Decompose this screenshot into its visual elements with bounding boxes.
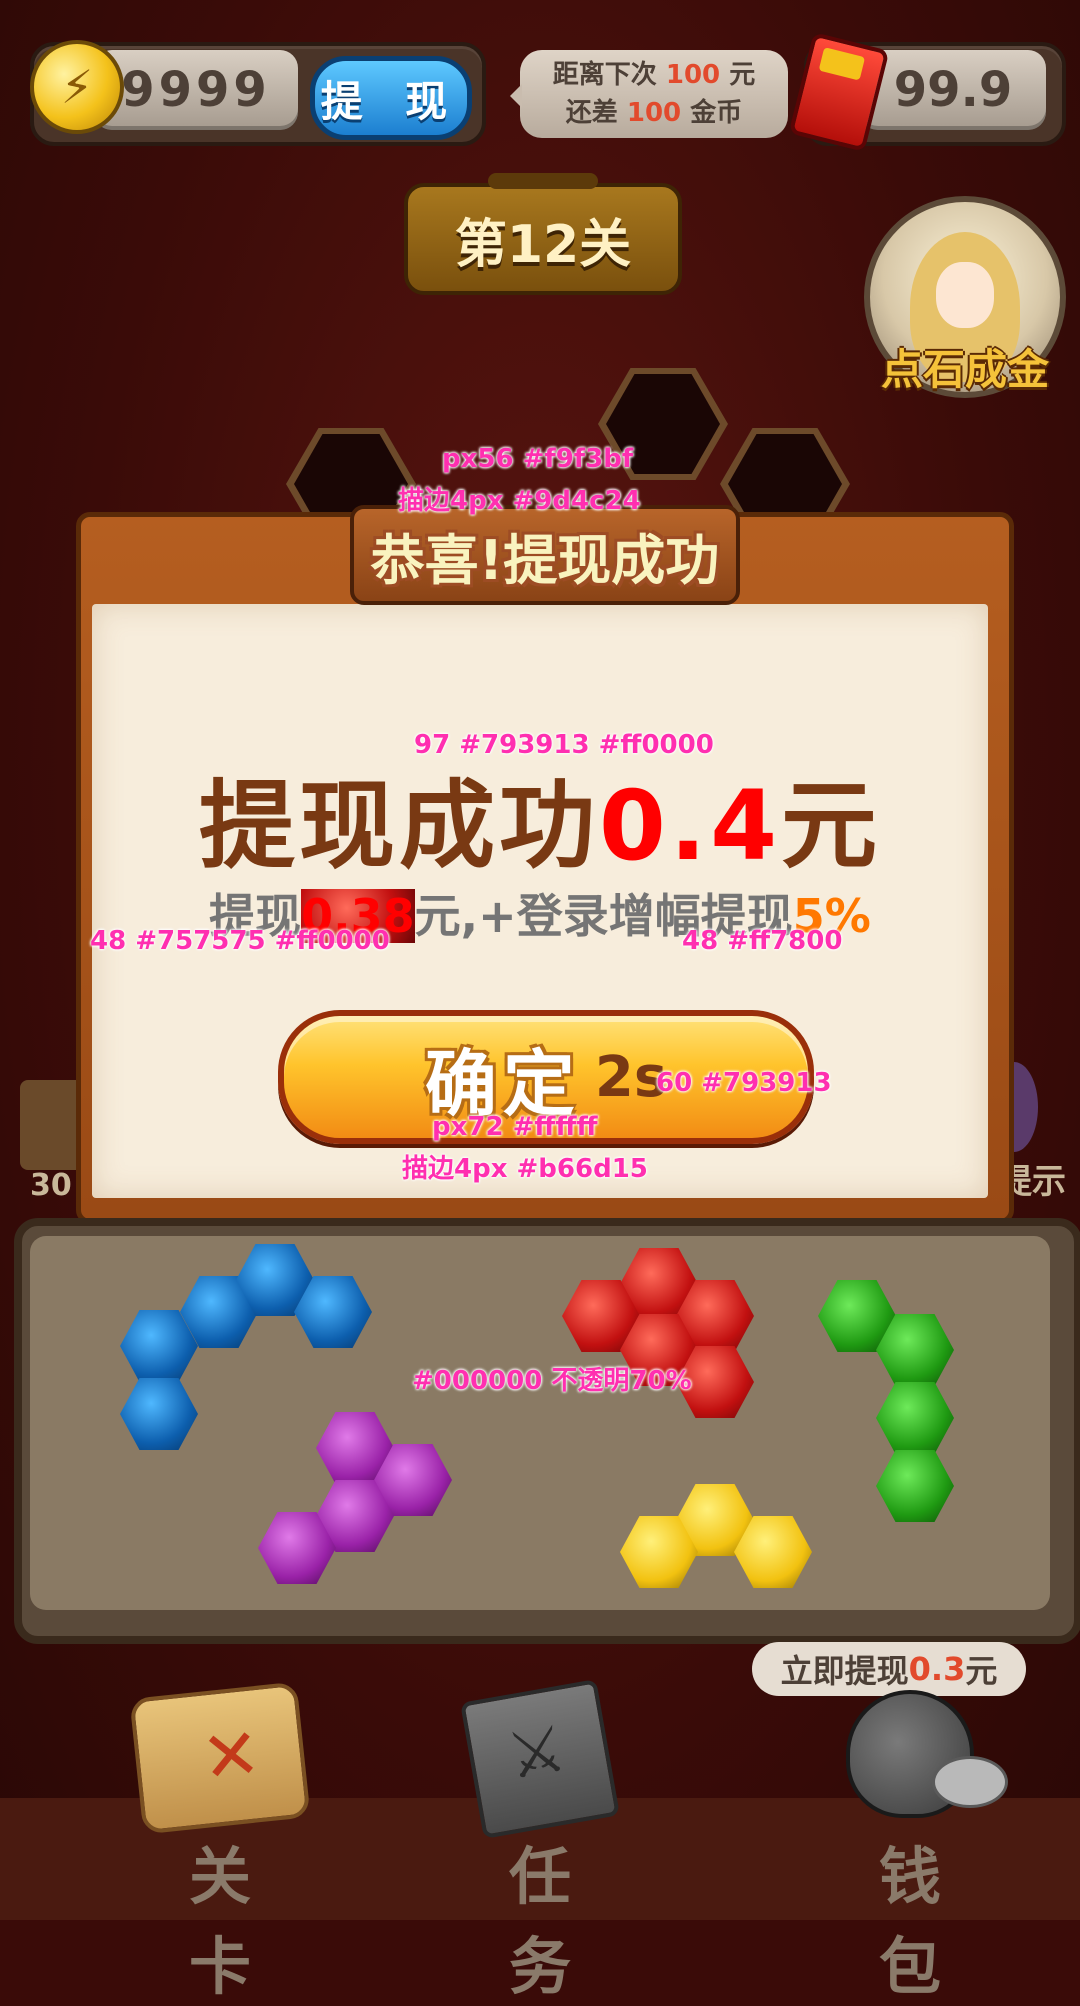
tooltip-amount: 0.3: [908, 1650, 966, 1688]
map-scroll-icon: [129, 1681, 311, 1835]
tip-line-2: 还差 100 金币: [565, 98, 743, 128]
quest-book-icon: [460, 1679, 620, 1839]
level-indicator: 第12关: [404, 173, 682, 295]
annotation-sub-spec-right: 48 #ff7800: [682, 926, 843, 956]
redpacket-balance-field: 99.9: [860, 50, 1046, 130]
dialog-title: 恭喜!提现成功: [370, 528, 720, 592]
annotation-button-font: px72 #ffffff: [432, 1112, 598, 1142]
nav-tasks[interactable]: 任务: [430, 1679, 650, 2003]
redpacket-balance-value: 99.9: [893, 62, 1013, 118]
withdraw-button[interactable]: 提 现: [310, 56, 472, 140]
annotation-overlay-spec: #000000 不透明70%: [412, 1366, 692, 1396]
nav-wallet[interactable]: 钱包: [800, 1690, 1020, 2003]
coin-balance-field: 9999: [94, 50, 298, 130]
withdraw-amount-headline: 提现成功0.4元: [92, 748, 988, 887]
dialog-title-plank: 恭喜!提现成功: [350, 505, 740, 605]
tooltip-unit: 元: [965, 1652, 998, 1690]
annotation-timer-spec: 60 #793913: [656, 1068, 832, 1098]
coin-balance-value: 9999: [121, 62, 271, 118]
nav-levels-label: 关卡: [188, 1840, 289, 2003]
nav-tasks-label: 任务: [508, 1840, 609, 2003]
headline-text: 提现成功: [198, 770, 599, 882]
game-screen: 9999 ⚡ 提 现 距离下次 100 元 还差 100 金币 99.9 第12…: [0, 0, 1080, 2003]
annotation-sub-spec-left: 48 #757575 #ff0000: [90, 926, 390, 956]
side-chest-label: 30: [30, 1168, 72, 1203]
instant-withdraw-tooltip: 立即提现 0.3 元: [752, 1642, 1026, 1708]
annotation-button-stroke: 描边4px #b66d15: [402, 1154, 648, 1184]
withdraw-button-label: 提 现: [320, 76, 462, 126]
next-withdraw-tip: 距离下次 100 元 还差 100 金币: [510, 50, 788, 138]
annotation-title-font: px56 #f9f3bf: [442, 444, 634, 474]
headline-amount: 0.4: [598, 770, 782, 882]
nav-wallet-label: 钱包: [878, 1840, 979, 2003]
level-label: 第12关: [454, 214, 632, 275]
avatar-label: 点石成金: [880, 345, 1049, 394]
annotation-main-spec: 97 #793913 #ff0000: [414, 730, 714, 760]
coin-stack-icon: [932, 1756, 1008, 1808]
annotation-title-stroke: 描边4px #9d4c24: [398, 486, 641, 516]
avatar-face: [936, 262, 994, 328]
tip-line-1: 距离下次 100 元: [552, 60, 756, 90]
nav-levels[interactable]: 关卡: [110, 1681, 330, 2003]
headline-unit: 元: [781, 770, 882, 882]
tooltip-prefix: 立即提现: [780, 1652, 909, 1690]
gold-coin-icon: ⚡: [30, 40, 124, 134]
